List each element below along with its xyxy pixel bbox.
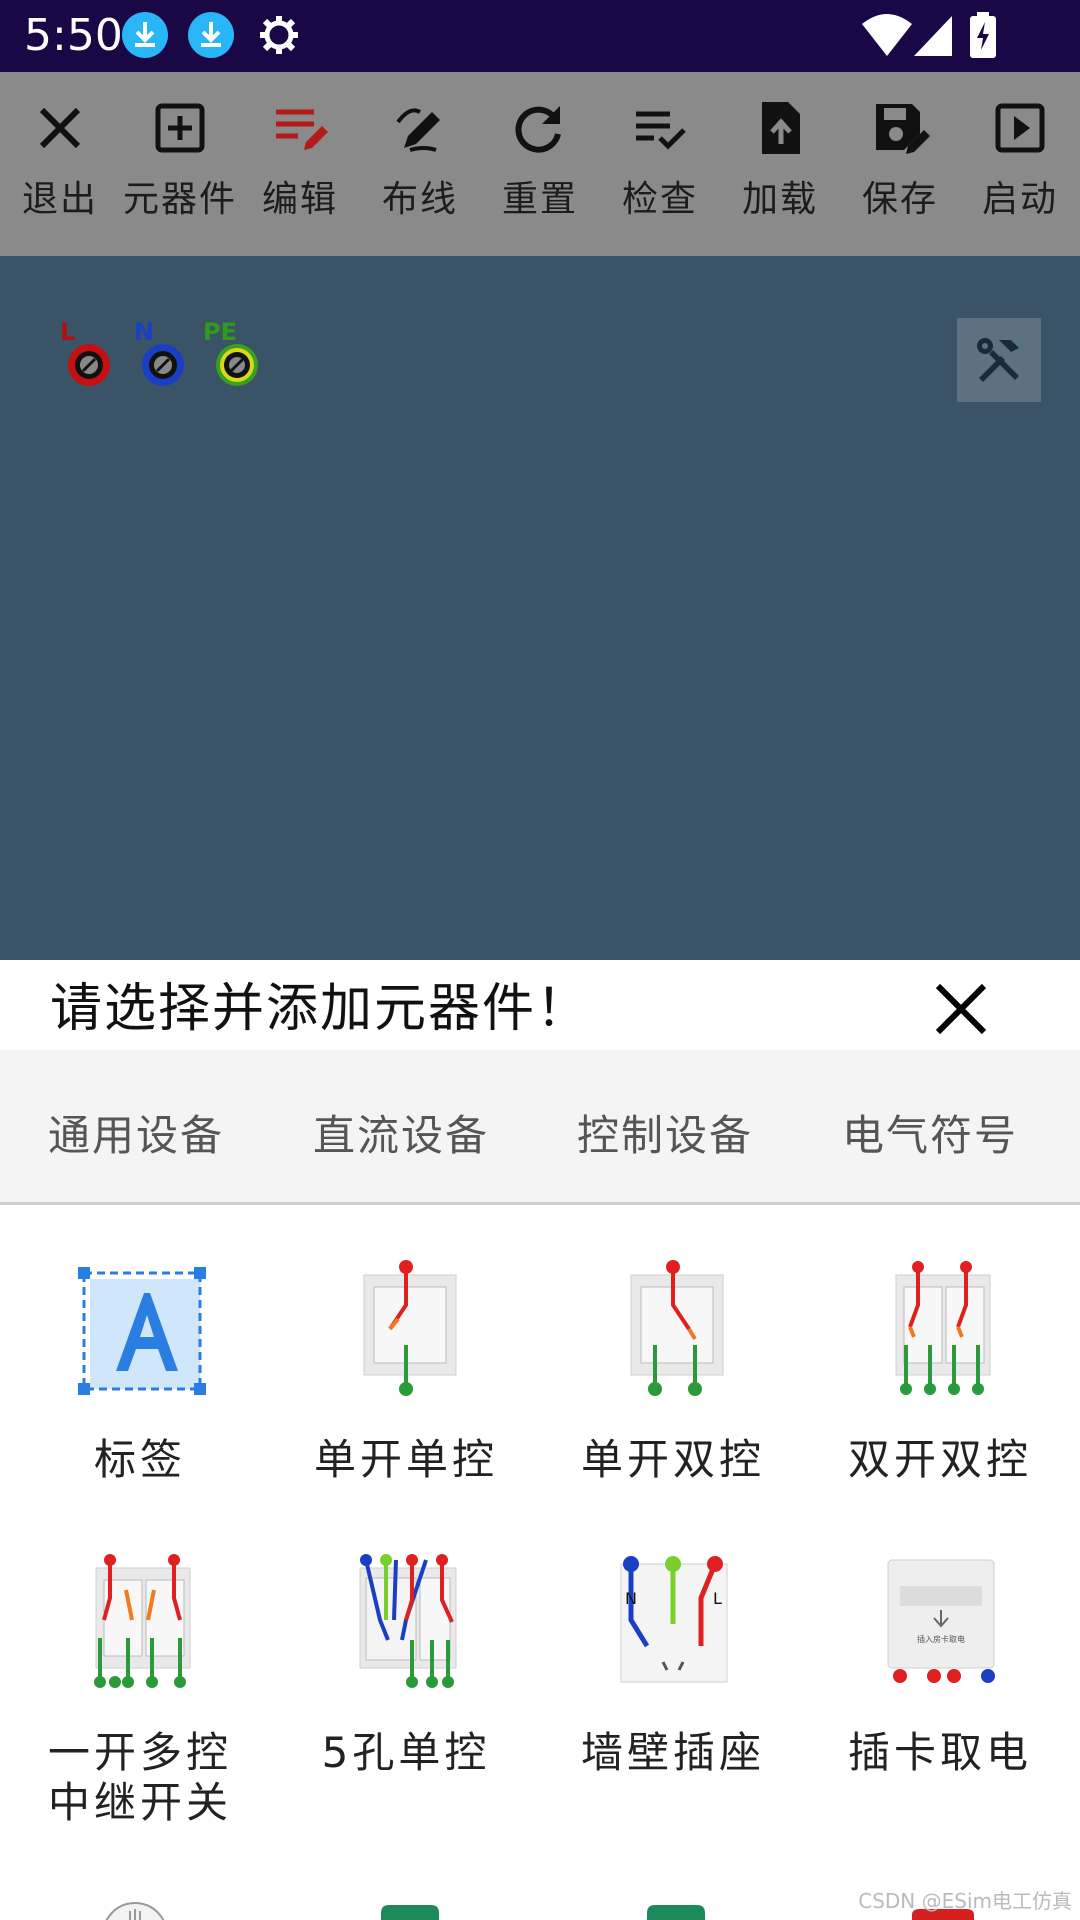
edit-button[interactable]: 编辑	[240, 72, 360, 256]
card-caption: 插入房卡取电	[917, 1634, 965, 1644]
gear-icon	[260, 16, 298, 54]
category-tabs: 通用设备 直流设备 控制设备 电气符号	[0, 1050, 1080, 1205]
components-button[interactable]: 元器件	[120, 72, 240, 256]
save-button[interactable]: 保存	[840, 72, 960, 256]
double-two-way-switch-icon	[895, 1261, 991, 1395]
terminal-l[interactable]	[66, 342, 112, 388]
status-bar: 5:50	[0, 0, 1080, 72]
load-label: 加载	[741, 179, 818, 220]
wifi-icon	[862, 14, 912, 56]
refresh-icon	[515, 106, 561, 153]
battery-charging-icon	[970, 12, 996, 58]
component-name: 单开单控	[313, 1435, 498, 1484]
lamp-component-icon[interactable]	[100, 1895, 170, 1920]
sheet-title: 请选择并添加元器件！	[50, 979, 591, 1039]
wall-socket-icon: N L	[620, 1556, 728, 1683]
component-label[interactable]: 标签	[7, 1257, 273, 1485]
component-grid: 标签 单开单控 单开双控 双开双控 一开多控 中继开关 5孔单控 N L 墙壁插…	[0, 1205, 1080, 1920]
edit-list-icon	[276, 109, 328, 150]
component-name: 5孔单控	[321, 1728, 491, 1777]
add-box-icon	[155, 103, 205, 153]
tab-electrical-symbols[interactable]: 电气符号	[842, 1102, 1018, 1163]
save-label: 保存	[861, 179, 938, 220]
tab-dc-devices[interactable]: 直流设备	[313, 1102, 489, 1163]
check-button[interactable]: 检查	[600, 72, 720, 256]
single-two-way-switch-icon	[630, 1260, 724, 1396]
reset-label: 重置	[501, 179, 578, 220]
wiring-button[interactable]: 布线	[360, 72, 480, 256]
component-wall-socket[interactable]: N L 墙壁插座	[540, 1550, 806, 1778]
close-icon	[39, 107, 81, 149]
load-button[interactable]: 加载	[720, 72, 840, 256]
circuit-canvas[interactable]: L N PE	[0, 256, 1080, 960]
svg-text:L: L	[713, 1589, 722, 1608]
upload-file-icon	[762, 102, 800, 154]
clock: 5:50	[24, 10, 123, 61]
label-a-icon	[78, 1267, 206, 1395]
signal-icon	[914, 16, 952, 56]
tab-general-devices[interactable]: 通用设备	[48, 1102, 224, 1163]
reset-button[interactable]: 重置	[480, 72, 600, 256]
main-toolbar: 退出 元器件 编辑 布线 重置 检查 加载 保存 启动	[0, 72, 1080, 256]
single-switch-icon	[363, 1260, 457, 1396]
component-double-two-way-switch[interactable]: 双开双控	[807, 1257, 1073, 1485]
components-label: 元器件	[122, 179, 237, 220]
component-name: 一开多控 中继开关	[47, 1728, 232, 1827]
exit-label: 退出	[21, 179, 98, 220]
component-name: 标签	[93, 1435, 186, 1484]
terminal-n[interactable]	[140, 342, 186, 388]
tab-control-devices[interactable]: 控制设备	[577, 1102, 753, 1163]
wiring-label: 布线	[381, 179, 458, 220]
start-button[interactable]: 启动	[960, 72, 1080, 256]
edit-label: 编辑	[261, 179, 338, 220]
socket-switch-icon	[359, 1554, 457, 1688]
start-label: 启动	[981, 179, 1058, 220]
component-name: 双开双控	[847, 1435, 1032, 1484]
component-socket-switch[interactable]: 5孔单控	[273, 1550, 539, 1778]
play-box-icon	[995, 103, 1045, 153]
component-name: 插卡取电	[847, 1728, 1032, 1777]
component-name: 单开双控	[580, 1435, 765, 1484]
tools-icon	[977, 338, 1019, 382]
component-relay-switch[interactable]: 一开多控 中继开关	[7, 1550, 273, 1828]
card-power-switch-icon: 插入房卡取电	[887, 1559, 995, 1683]
watermark: CSDN @ESim电工仿真	[858, 1889, 1072, 1913]
check-label: 检查	[621, 179, 698, 220]
download-icon	[188, 12, 234, 58]
component-sheet-header: 请选择并添加元器件！	[0, 960, 1080, 1050]
checklist-icon	[636, 111, 686, 150]
component-name: 墙壁插座	[580, 1728, 765, 1777]
save-edit-icon	[876, 104, 930, 154]
component-single-switch[interactable]: 单开单控	[273, 1257, 539, 1485]
breaker-component-icon[interactable]	[375, 1899, 445, 1920]
component-single-two-way-switch[interactable]: 单开双控	[540, 1257, 806, 1485]
svg-text:N: N	[625, 1589, 637, 1608]
exit-button[interactable]: 退出	[0, 72, 120, 256]
draw-icon	[396, 108, 440, 152]
tools-button[interactable]	[957, 318, 1041, 402]
breaker-component-icon[interactable]	[641, 1899, 711, 1920]
download-icon	[122, 12, 168, 58]
component-card-power-switch[interactable]: 插入房卡取电 插卡取电	[807, 1550, 1073, 1778]
close-icon[interactable]	[930, 978, 992, 1040]
relay-switch-icon	[94, 1554, 191, 1688]
terminal-pe[interactable]	[214, 342, 260, 388]
